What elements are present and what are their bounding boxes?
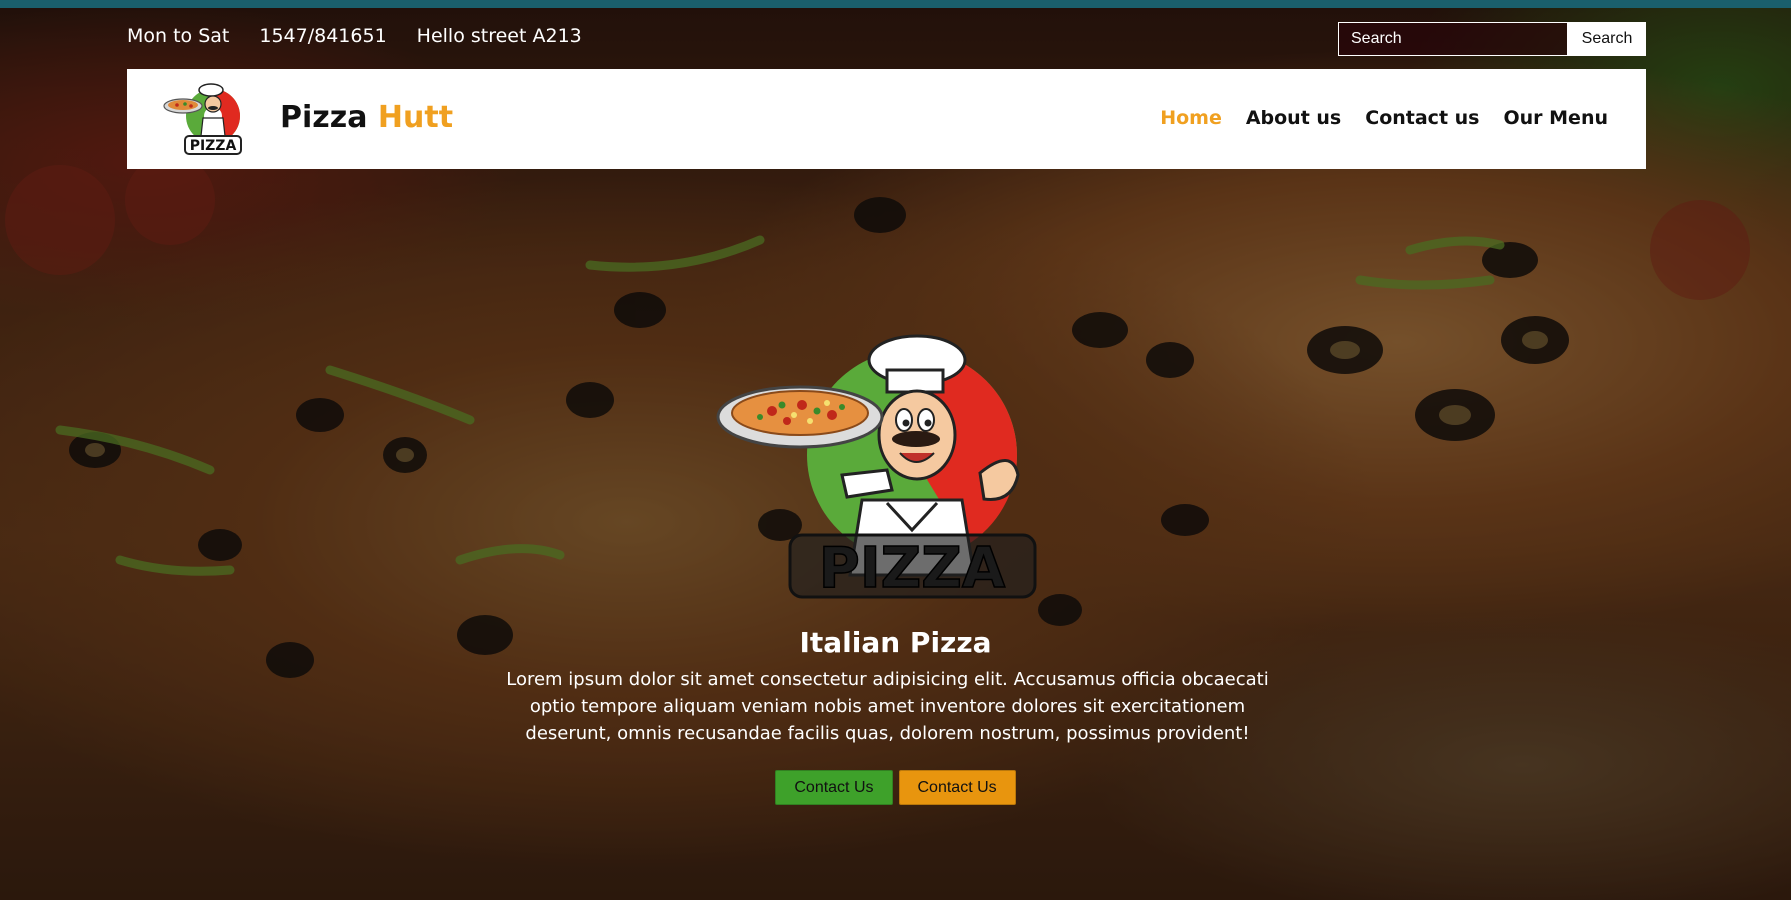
nav-link-our-menu[interactable]: Our Menu [1503, 107, 1608, 129]
search-input[interactable] [1338, 22, 1568, 56]
phone-number: 1547/841651 [259, 25, 387, 47]
hero-buttons: Contact Us Contact Us [0, 770, 1791, 805]
nav-links: Home About us Contact us Our Menu [1160, 107, 1608, 129]
hero-title: Italian Pizza [799, 626, 992, 659]
contact-us-button-secondary[interactable]: Contact Us [898, 770, 1016, 805]
hero-logo-word: PIZZA [819, 536, 1006, 601]
opening-hours: Mon to Sat [127, 25, 230, 47]
nav-link-about-us[interactable]: About us [1246, 107, 1341, 129]
search-button[interactable]: Search [1568, 22, 1646, 56]
main-navbar: PIZZA Pizza Hutt Home About us Contact u… [127, 69, 1646, 169]
search-form: Search [1338, 22, 1646, 56]
top-info-bar: Mon to Sat 1547/841651 Hello street A213… [0, 8, 1791, 69]
street-address: Hello street A213 [416, 25, 582, 47]
brand-accent: Hutt [377, 100, 454, 135]
brand-main: Pizza [280, 100, 368, 135]
hero-pizza-chef-logo-icon: PIZZA [716, 334, 1037, 602]
pizza-chef-logo-icon[interactable]: PIZZA [163, 82, 255, 158]
nav-link-home[interactable]: Home [1160, 107, 1222, 129]
nav-link-contact-us[interactable]: Contact us [1365, 107, 1479, 129]
top-accent-strip [0, 0, 1791, 8]
hero-description: Lorem ipsum dolor sit amet consectetur a… [506, 669, 1269, 744]
contact-info: Mon to Sat 1547/841651 Hello street A213 [127, 25, 582, 47]
logo-word: PIZZA [190, 138, 237, 154]
contact-us-button-primary[interactable]: Contact Us [775, 770, 893, 805]
brand-name[interactable]: Pizza Hutt [280, 100, 453, 135]
